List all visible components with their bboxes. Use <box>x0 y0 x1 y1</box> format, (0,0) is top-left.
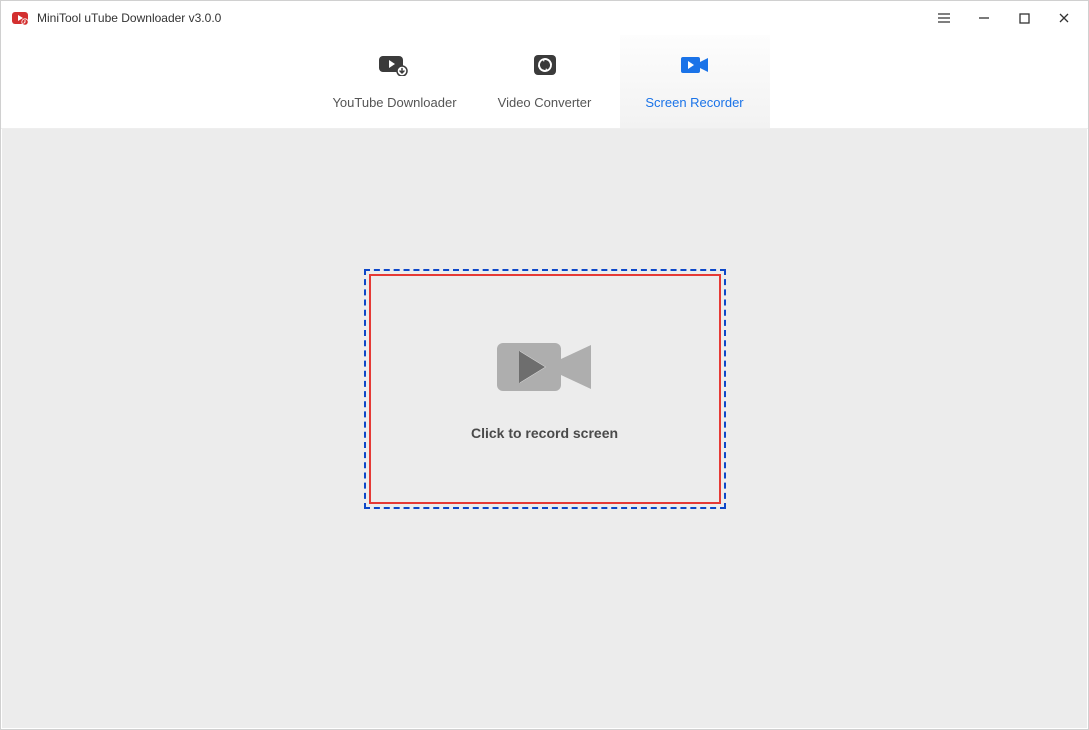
titlebar: MiniTool uTube Downloader v3.0.0 <box>1 1 1088 35</box>
tab-label: Video Converter <box>498 95 592 110</box>
record-label: Click to record screen <box>471 425 618 441</box>
menu-button[interactable] <box>924 3 964 33</box>
tab-screen-recorder[interactable]: Screen Recorder <box>620 35 770 128</box>
window-controls <box>924 3 1084 33</box>
maximize-button[interactable] <box>1004 3 1044 33</box>
recorder-icon <box>680 53 710 77</box>
tab-label: Screen Recorder <box>645 95 743 110</box>
converter-icon <box>533 53 557 77</box>
app-logo-icon <box>11 9 29 27</box>
youtube-download-icon <box>379 53 411 77</box>
record-screen-button[interactable]: Click to record screen <box>369 274 721 504</box>
tab-youtube-downloader[interactable]: YouTube Downloader <box>320 35 470 128</box>
content-area: Click to record screen <box>2 129 1087 728</box>
minimize-button[interactable] <box>964 3 1004 33</box>
tab-label: YouTube Downloader <box>332 95 456 110</box>
tab-video-converter[interactable]: Video Converter <box>470 35 620 128</box>
tab-bar: YouTube Downloader Video Converter Scree… <box>1 35 1088 129</box>
close-button[interactable] <box>1044 3 1084 33</box>
camera-play-icon <box>495 337 595 397</box>
record-dashed-frame: Click to record screen <box>364 269 726 509</box>
window-title: MiniTool uTube Downloader v3.0.0 <box>37 11 924 25</box>
